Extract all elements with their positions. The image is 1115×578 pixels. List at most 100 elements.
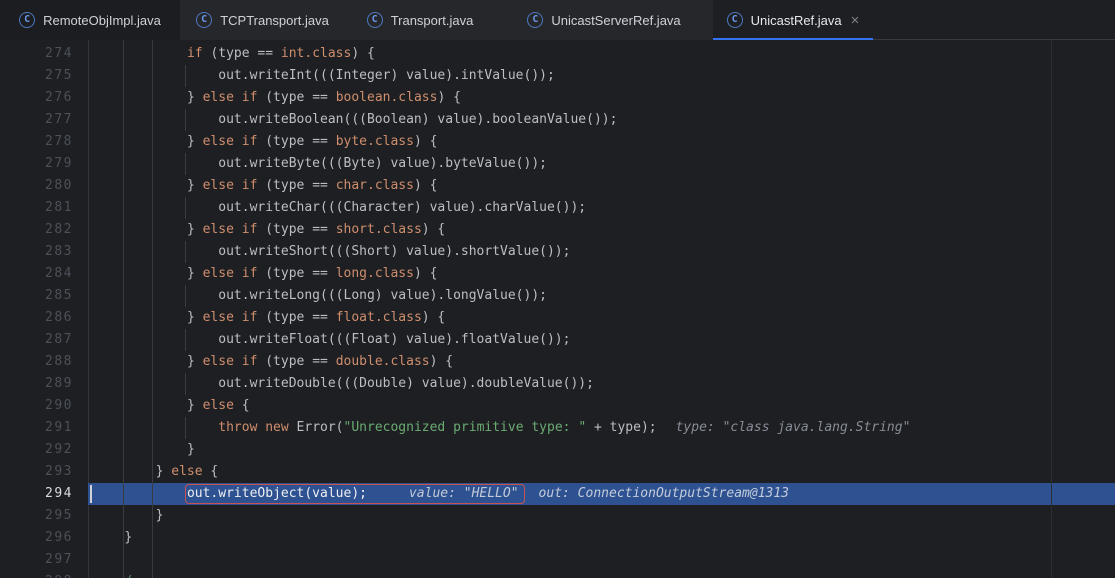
tab-unicastserverref-java[interactable]: CUnicastServerRef.java (495, 0, 713, 40)
code-segment: int.class (281, 46, 351, 61)
code-text[interactable]: out.writeBoolean(((Boolean) value).boole… (88, 109, 1115, 131)
indent-guide (185, 373, 186, 395)
code-line: 287out.writeFloat(((Float) value).floatV… (0, 329, 1115, 351)
code-text[interactable]: out.writeObject(value);value: "HELLO"out… (88, 483, 1115, 505)
line-number[interactable]: 293 (0, 461, 88, 483)
code-text[interactable]: } else if (type == double.class) { (88, 351, 1115, 373)
code-segment: ) { (422, 222, 445, 237)
code-line: 294out.writeObject(value);value: "HELLO"… (0, 483, 1115, 505)
java-class-icon: C (196, 12, 212, 28)
code-segment: out.writeBoolean(((Boolean) value).boole… (218, 112, 617, 127)
line-number[interactable]: 297 (0, 549, 88, 571)
line-number[interactable]: 283 (0, 241, 88, 263)
tab-tcptransport-java[interactable]: CTCPTransport.java (180, 0, 345, 40)
code-text[interactable]: out.writeShort(((Short) value).shortValu… (88, 241, 1115, 263)
tab-unicastref-java[interactable]: CUnicastRef.java× (713, 0, 873, 40)
code-segment: (type == (265, 90, 335, 105)
code-segment: } (124, 530, 132, 545)
code-text[interactable]: if (type == int.class) { (88, 43, 1115, 65)
code-segment: (type == (265, 310, 335, 325)
code-text[interactable]: } else { (88, 461, 1115, 483)
code-segment: out.writeChar(((Character) value).charVa… (218, 200, 586, 215)
code-text[interactable]: out.writeFloat(((Float) value).floatValu… (88, 329, 1115, 351)
code-segment: else (171, 464, 202, 479)
code-text[interactable]: out.writeDouble(((Double) value).doubleV… (88, 373, 1115, 395)
code-text[interactable]: } (88, 527, 1115, 549)
code-text[interactable]: } (88, 505, 1115, 527)
java-class-icon: C (19, 12, 35, 28)
line-number[interactable]: 287 (0, 329, 88, 351)
code-text[interactable]: out.writeByte(((Byte) value).byteValue()… (88, 153, 1115, 175)
line-number[interactable]: 275 (0, 65, 88, 87)
code-text[interactable] (88, 549, 1115, 571)
line-number[interactable]: 282 (0, 219, 88, 241)
code-text[interactable]: } else if (type == char.class) { (88, 175, 1115, 197)
code-text[interactable]: } (88, 439, 1115, 461)
line-number[interactable]: 280 (0, 175, 88, 197)
code-line: 281 out.writeChar(((Character) value).cha… (0, 197, 1115, 219)
code-text[interactable]: } else if (type == byte.class) { (88, 131, 1115, 153)
code-segment: (type == (210, 46, 280, 61)
code-text[interactable]: } else if (type == long.class) { (88, 263, 1115, 285)
line-number[interactable]: 295 (0, 505, 88, 527)
tab-remoteobjimpl-java[interactable]: CRemoteObjImpl.java (0, 0, 180, 40)
line-number[interactable]: 285 (0, 285, 88, 307)
code-segment: (type == (265, 354, 335, 369)
code-line: 296} (0, 527, 1115, 549)
code-line: 298/ (0, 571, 1115, 578)
line-number[interactable]: 291 (0, 417, 88, 439)
line-number[interactable]: 277 (0, 109, 88, 131)
code-segment: } (187, 90, 203, 105)
code-segment: else (203, 398, 234, 413)
indent-guide (185, 329, 186, 351)
line-number[interactable]: 288 (0, 351, 88, 373)
line-number[interactable]: 289 (0, 373, 88, 395)
code-line: 293} else { (0, 461, 1115, 483)
code-segment: { (234, 398, 250, 413)
editor-tab-bar: CRemoteObjImpl.javaCTCPTransport.javaCTr… (0, 0, 1115, 40)
code-segment: short.class (336, 222, 422, 237)
code-segment: long.class (336, 266, 414, 281)
code-text[interactable]: } else if (type == boolean.class) { (88, 87, 1115, 109)
line-number[interactable]: 298 (0, 571, 88, 578)
code-text[interactable]: } else { (88, 395, 1115, 417)
code-line: 290} else { (0, 395, 1115, 417)
code-line: 279out.writeByte(((Byte) value).byteValu… (0, 153, 1115, 175)
debugger-inline-hint: type: "class java.lang.String" (676, 420, 911, 435)
code-segment: out.writeLong(((Long) value).longValue()… (218, 288, 547, 303)
code-segment: out.writeObject(value); (187, 486, 367, 501)
code-segment: } (156, 508, 164, 523)
code-segment: (type == (265, 178, 335, 193)
line-number[interactable]: 276 (0, 87, 88, 109)
line-number[interactable]: 284 (0, 263, 88, 285)
code-segment: (type == (265, 134, 335, 149)
line-number[interactable]: 286 (0, 307, 88, 329)
code-text[interactable]: throw new Error("Unrecognized primitive … (88, 417, 1115, 439)
code-line: 283out.writeShort(((Short) value).shortV… (0, 241, 1115, 263)
line-number[interactable]: 296 (0, 527, 88, 549)
code-segment: else if (203, 354, 266, 369)
line-number[interactable]: 274 (0, 43, 88, 65)
code-text[interactable]: out.writeChar(((Character) value).charVa… (88, 197, 1115, 219)
close-icon[interactable]: × (851, 13, 860, 28)
code-segment: } (187, 398, 203, 413)
code-text[interactable]: out.writeLong(((Long) value).longValue()… (88, 285, 1115, 307)
code-text[interactable]: out.writeInt(((Integer) value).intValue(… (88, 65, 1115, 87)
code-text[interactable]: } else if (type == float.class) { (88, 307, 1115, 329)
line-number[interactable]: 292 (0, 439, 88, 461)
line-number[interactable]: 279 (0, 153, 88, 175)
code-text[interactable]: / (88, 571, 1115, 578)
debugger-inline-hint: out: ConnectionOutputStream@1313 (539, 486, 789, 501)
code-editor[interactable]: 274if (type == int.class) {275out.writeI… (0, 40, 1115, 578)
line-number[interactable]: 294 (0, 483, 88, 505)
code-line: 292} (0, 439, 1115, 461)
code-lines: 274if (type == int.class) {275out.writeI… (0, 43, 1115, 578)
line-number[interactable]: 278 (0, 131, 88, 153)
code-line: 289out.writeDouble(((Double) value).doub… (0, 373, 1115, 395)
code-text[interactable]: } else if (type == short.class) { (88, 219, 1115, 241)
line-number[interactable]: 290 (0, 395, 88, 417)
code-segment: byte.class (336, 134, 414, 149)
ide-window: CRemoteObjImpl.javaCTCPTransport.javaCTr… (0, 0, 1115, 578)
tab-transport-java[interactable]: CTransport.java (345, 0, 495, 40)
line-number[interactable]: 281 (0, 197, 88, 219)
